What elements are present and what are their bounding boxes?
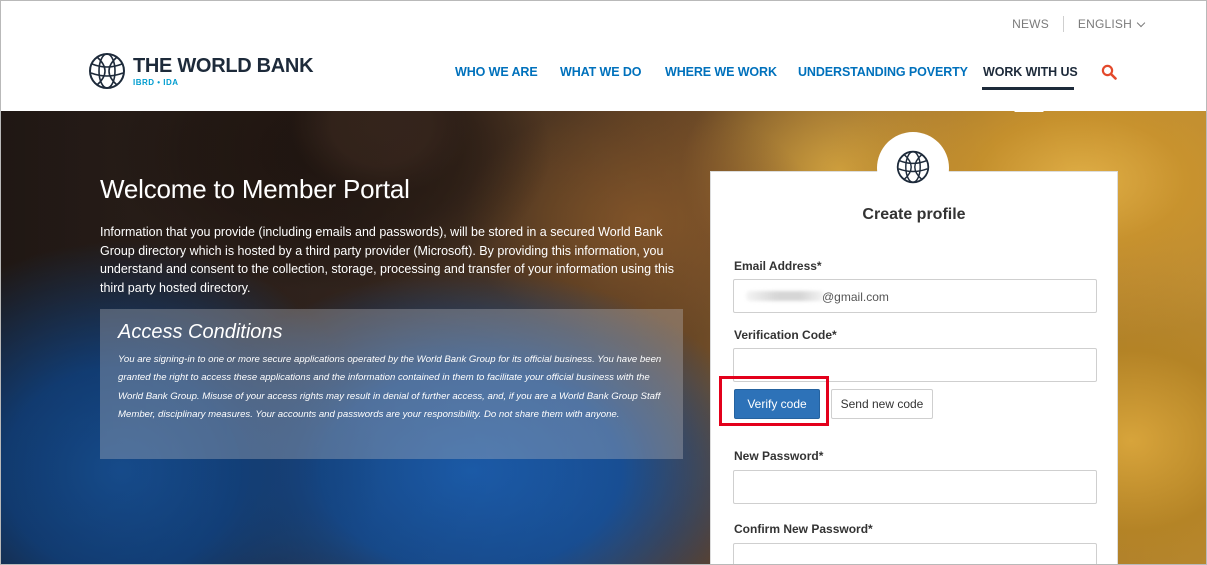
- nav-what-we-do[interactable]: WHAT WE DO: [560, 65, 642, 79]
- access-conditions-panel: Access Conditions You are signing-in to …: [100, 309, 683, 459]
- language-selector[interactable]: ENGLISH: [1077, 17, 1146, 31]
- main-navigation: WHO WE ARE WHAT WE DO WHERE WE WORK UNDE…: [1, 64, 1206, 90]
- news-link[interactable]: NEWS: [1012, 17, 1049, 31]
- new-password-label: New Password*: [734, 449, 824, 463]
- nav-understanding-poverty[interactable]: UNDERSTANDING POVERTY: [798, 65, 968, 79]
- confirm-password-label: Confirm New Password*: [734, 522, 873, 536]
- card-badge: [877, 132, 949, 204]
- email-label: Email Address*: [734, 259, 822, 273]
- divider: [1062, 16, 1064, 32]
- verify-code-button[interactable]: Verify code: [734, 389, 820, 419]
- intro-text: Information that you provide (including …: [100, 225, 674, 295]
- send-new-code-button[interactable]: Send new code: [831, 389, 933, 419]
- nav-who-we-are[interactable]: WHO WE ARE: [455, 65, 538, 79]
- new-password-input[interactable]: [733, 470, 1097, 504]
- redacted-email-prefix: [746, 291, 824, 301]
- search-icon[interactable]: [1101, 64, 1117, 80]
- access-conditions-title: Access Conditions: [118, 321, 283, 343]
- page-title: Welcome to Member Portal: [100, 174, 410, 204]
- email-value: @gmail.com: [822, 290, 889, 304]
- verification-code-label: Verification Code*: [734, 328, 837, 342]
- confirm-password-input[interactable]: [733, 543, 1097, 564]
- email-field[interactable]: @gmail.com: [733, 279, 1097, 313]
- active-nav-underline: [982, 87, 1074, 90]
- create-profile-card: Create profile Email Address* @gmail.com…: [710, 171, 1118, 564]
- browser-frame: NEWS ENGLISH THE WORLD BANK IBRD • IDA W…: [0, 0, 1207, 565]
- nav-work-with-us[interactable]: WORK WITH US: [983, 65, 1078, 79]
- verification-code-input[interactable]: [733, 348, 1097, 382]
- nav-where-we-work[interactable]: WHERE WE WORK: [665, 65, 777, 79]
- chevron-down-icon: [1136, 18, 1146, 28]
- active-nav-pointer: [1014, 98, 1044, 112]
- card-title: Create profile: [862, 206, 966, 223]
- language-label: ENGLISH: [1077, 17, 1132, 31]
- utility-bar: NEWS ENGLISH: [1012, 16, 1146, 32]
- globe-icon: [896, 150, 930, 184]
- access-conditions-text: You are signing-in to one or more secure…: [118, 354, 662, 421]
